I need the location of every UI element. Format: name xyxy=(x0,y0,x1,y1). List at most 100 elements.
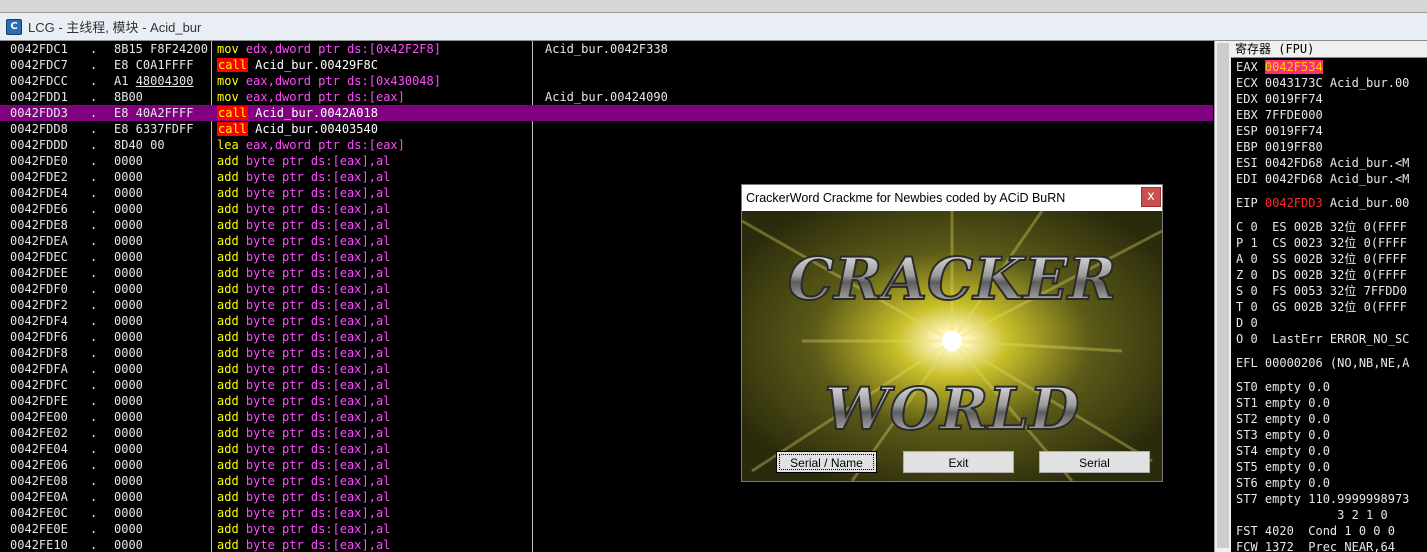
instruction-cell[interactable]: add byte ptr ds:[eax],al xyxy=(217,201,390,217)
hex-cell[interactable]: 0000 xyxy=(114,249,210,265)
register-line[interactable]: ECX 0043173C Acid_bur.00 xyxy=(1236,75,1409,91)
instruction-cell[interactable]: add byte ptr ds:[eax],al xyxy=(217,329,390,345)
hex-cell[interactable]: 0000 xyxy=(114,297,210,313)
hex-cell[interactable]: 0000 xyxy=(114,281,210,297)
address-cell[interactable]: 0042FE04 xyxy=(10,441,68,457)
hex-cell[interactable]: E8 C0A1FFFF xyxy=(114,57,210,73)
register-line[interactable]: D 0 xyxy=(1236,315,1258,331)
register-line[interactable]: ST5 empty 0.0 xyxy=(1236,459,1330,475)
register-line[interactable]: ST0 empty 0.0 xyxy=(1236,379,1330,395)
register-line[interactable]: EBX 7FFDE000 xyxy=(1236,107,1323,123)
address-cell[interactable]: 0042FDEC xyxy=(10,249,68,265)
address-cell[interactable]: 0042FDF6 xyxy=(10,329,68,345)
instruction-cell[interactable]: add byte ptr ds:[eax],al xyxy=(217,409,390,425)
address-cell[interactable]: 0042FDCC xyxy=(10,73,68,89)
instruction-cell[interactable]: mov edx,dword ptr ds:[0x42F2F8] xyxy=(217,41,441,57)
address-cell[interactable]: 0042FDF4 xyxy=(10,313,68,329)
hex-cell[interactable]: 0000 xyxy=(114,505,210,521)
hex-cell[interactable]: 0000 xyxy=(114,329,210,345)
address-cell[interactable]: 0042FDE4 xyxy=(10,185,68,201)
register-line[interactable]: Z 0 DS 002B 32位 0(FFFF xyxy=(1236,267,1407,283)
register-line[interactable]: FCW 1372 Prec NEAR,64 xyxy=(1236,539,1395,552)
instruction-cell[interactable]: add byte ptr ds:[eax],al xyxy=(217,393,390,409)
cpu-window-titlebar[interactable]: C LCG - 主线程, 模块 - Acid_bur xyxy=(0,13,1427,41)
disasm-row[interactable]: 0042FDCC. A1 48004300 mov eax,dword ptr ds… xyxy=(0,73,1213,89)
instruction-cell[interactable]: add byte ptr ds:[eax],al xyxy=(217,217,390,233)
instruction-cell[interactable]: mov eax,dword ptr ds:[eax] xyxy=(217,89,405,105)
disasm-row[interactable]: 0042FDDD. 8D40 00 lea eax,dword ptr ds:[ea… xyxy=(0,137,1213,153)
disasm-row[interactable]: 0042FDE0. 0000 add byte ptr ds:[eax],al xyxy=(0,153,1213,169)
hex-cell[interactable]: 0000 xyxy=(114,393,210,409)
disasm-row[interactable]: 0042FE0A. 0000 add byte ptr ds:[eax],al xyxy=(0,489,1213,505)
disassembly-scrollbar[interactable] xyxy=(1214,41,1231,552)
register-line[interactable]: ESP 0019FF74 xyxy=(1236,123,1323,139)
register-line[interactable]: S 0 FS 0053 32位 7FFDD0 xyxy=(1236,283,1407,299)
disasm-row[interactable]: 0042FDC1. 8B15 F8F24200 mov edx,dword ptr … xyxy=(0,41,1213,57)
hex-cell[interactable]: 0000 xyxy=(114,233,210,249)
hex-cell[interactable]: 0000 xyxy=(114,361,210,377)
address-cell[interactable]: 0042FDEE xyxy=(10,265,68,281)
disasm-row[interactable]: 0042FE0E. 0000 add byte ptr ds:[eax],al xyxy=(0,521,1213,537)
register-line[interactable]: EBP 0019FF80 xyxy=(1236,139,1323,155)
address-cell[interactable]: 0042FDFE xyxy=(10,393,68,409)
disasm-row[interactable]: 0042FDD1. 8B00 mov eax,dword ptr ds:[eax] A… xyxy=(0,89,1213,105)
register-line[interactable]: ST4 empty 0.0 xyxy=(1236,443,1330,459)
disasm-row[interactable]: 0042FDC7. E8 C0A1FFFF call Acid_bur.00429F… xyxy=(0,57,1213,73)
hex-cell[interactable]: 0000 xyxy=(114,153,210,169)
hex-cell[interactable]: 0000 xyxy=(114,537,210,552)
hex-cell[interactable]: 0000 xyxy=(114,457,210,473)
hex-cell[interactable]: 0000 xyxy=(114,313,210,329)
address-cell[interactable]: 0042FDC7 xyxy=(10,57,68,73)
address-cell[interactable]: 0042FDD8 xyxy=(10,121,68,137)
instruction-cell[interactable]: add byte ptr ds:[eax],al xyxy=(217,249,390,265)
register-line[interactable]: T 0 GS 002B 32位 0(FFFF xyxy=(1236,299,1407,315)
hex-cell[interactable]: 8B00 xyxy=(114,89,210,105)
instruction-cell[interactable]: lea eax,dword ptr ds:[eax] xyxy=(217,137,405,153)
address-cell[interactable]: 0042FE08 xyxy=(10,473,68,489)
instruction-cell[interactable]: add byte ptr ds:[eax],al xyxy=(217,537,390,552)
register-line[interactable]: ST6 empty 0.0 xyxy=(1236,475,1330,491)
hex-cell[interactable]: 0000 xyxy=(114,521,210,537)
hex-cell[interactable]: 0000 xyxy=(114,201,210,217)
address-cell[interactable]: 0042FDFC xyxy=(10,377,68,393)
address-cell[interactable]: 0042FDE6 xyxy=(10,201,68,217)
disasm-row[interactable]: 0042FDD3. E8 40A2FFFF call Acid_bur.0042A0… xyxy=(0,105,1213,121)
instruction-cell[interactable]: add byte ptr ds:[eax],al xyxy=(217,361,390,377)
instruction-cell[interactable]: add byte ptr ds:[eax],al xyxy=(217,473,390,489)
scrollbar-thumb[interactable] xyxy=(1217,43,1229,548)
instruction-cell[interactable]: add byte ptr ds:[eax],al xyxy=(217,281,390,297)
address-cell[interactable]: 0042FE0E xyxy=(10,521,68,537)
instruction-cell[interactable]: add byte ptr ds:[eax],al xyxy=(217,489,390,505)
address-cell[interactable]: 0042FDDD xyxy=(10,137,68,153)
register-line[interactable]: FST 4020 Cond 1 0 0 0 xyxy=(1236,523,1395,539)
instruction-cell[interactable]: call Acid_bur.0042A018 xyxy=(217,105,378,121)
instruction-cell[interactable]: add byte ptr ds:[eax],al xyxy=(217,313,390,329)
disasm-row[interactable]: 0042FDE2. 0000 add byte ptr ds:[eax],al xyxy=(0,169,1213,185)
hex-cell[interactable]: 0000 xyxy=(114,409,210,425)
registers-header[interactable]: 寄存器 (FPU) xyxy=(1231,41,1427,58)
address-cell[interactable]: 0042FE00 xyxy=(10,409,68,425)
register-line[interactable]: ESI 0042FD68 Acid_bur.<M xyxy=(1236,155,1409,171)
close-button[interactable]: x xyxy=(1141,187,1161,207)
instruction-cell[interactable]: add byte ptr ds:[eax],al xyxy=(217,425,390,441)
register-line[interactable]: ST7 empty 110.9999998973 xyxy=(1236,491,1409,507)
address-cell[interactable]: 0042FE0A xyxy=(10,489,68,505)
instruction-cell[interactable]: call Acid_bur.00429F8C xyxy=(217,57,378,73)
address-cell[interactable]: 0042FDE0 xyxy=(10,153,68,169)
hex-cell[interactable]: 0000 xyxy=(114,425,210,441)
comment-cell[interactable]: Acid_bur.00424090 xyxy=(545,89,668,105)
register-line[interactable]: O 0 LastErr ERROR_NO_SC xyxy=(1236,331,1409,347)
register-line[interactable]: P 1 CS 0023 32位 0(FFFF xyxy=(1236,235,1407,251)
hex-cell[interactable]: E8 40A2FFFF xyxy=(114,105,210,121)
instruction-cell[interactable]: add byte ptr ds:[eax],al xyxy=(217,153,390,169)
hex-cell[interactable]: 0000 xyxy=(114,473,210,489)
crackme-dialog[interactable]: CrackerWord Crackme for Newbies coded by… xyxy=(741,184,1163,482)
hex-cell[interactable]: 0000 xyxy=(114,185,210,201)
register-line[interactable]: ST2 empty 0.0 xyxy=(1236,411,1330,427)
register-line[interactable]: EDX 0019FF74 xyxy=(1236,91,1323,107)
instruction-cell[interactable]: add byte ptr ds:[eax],al xyxy=(217,169,390,185)
address-cell[interactable]: 0042FDFA xyxy=(10,361,68,377)
instruction-cell[interactable]: add byte ptr ds:[eax],al xyxy=(217,185,390,201)
register-line[interactable]: 3 2 1 0 xyxy=(1236,507,1388,523)
address-cell[interactable]: 0042FE06 xyxy=(10,457,68,473)
